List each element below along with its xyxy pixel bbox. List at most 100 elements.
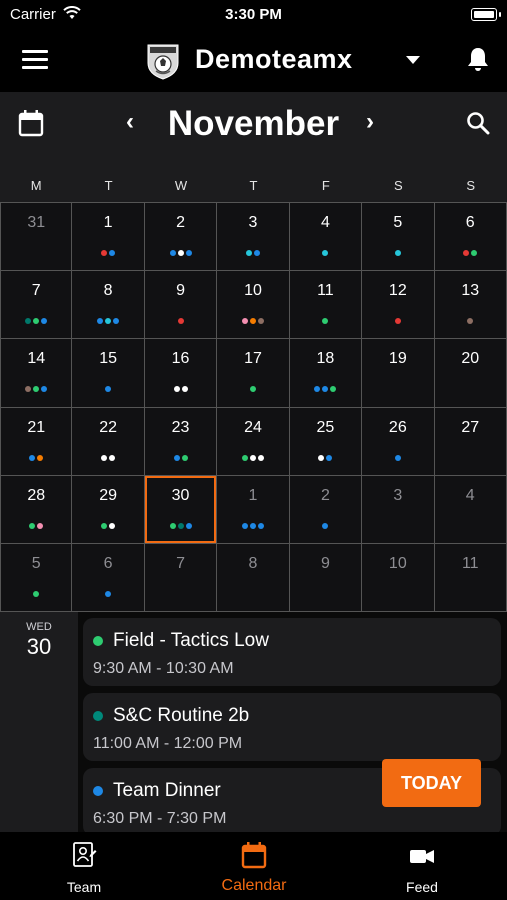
calendar-day[interactable]: 24 xyxy=(217,407,290,476)
calendar-day[interactable]: 10 xyxy=(362,543,435,613)
event-dots xyxy=(362,318,433,325)
event-dot xyxy=(109,522,116,529)
team-icon xyxy=(73,842,97,867)
calendar-day[interactable]: 25 xyxy=(289,407,363,476)
calendar-day[interactable]: 4 xyxy=(289,203,363,272)
day-number: 19 xyxy=(388,350,407,368)
calendar-day[interactable]: 3 xyxy=(217,203,290,272)
status-bar: Carrier 3:30 PM xyxy=(0,0,507,30)
event-dot xyxy=(322,522,329,529)
event-dot xyxy=(463,250,470,256)
calendar-day[interactable]: 4 xyxy=(434,475,507,544)
team-logo-icon[interactable] xyxy=(144,41,182,81)
calendar-day[interactable]: 3 xyxy=(362,475,435,544)
calendar-day[interactable]: 21 xyxy=(0,407,73,476)
day-number: 25 xyxy=(316,418,335,436)
tab-calendar[interactable]: Calendar xyxy=(204,832,304,900)
calendar-day[interactable]: 19 xyxy=(362,339,435,408)
calendar-day[interactable]: 31 xyxy=(0,203,73,272)
day-number: 8 xyxy=(103,282,113,300)
event-card[interactable]: Field - Tactics Low 9:30 AM - 10:30 AM xyxy=(83,618,501,686)
day-number: 29 xyxy=(99,486,118,504)
event-dots xyxy=(145,454,216,461)
calendar-day[interactable]: 2 xyxy=(289,475,363,544)
calendar-day[interactable]: 6 xyxy=(434,203,507,272)
event-dots xyxy=(290,386,361,393)
calendar-day[interactable]: 13 xyxy=(434,271,507,340)
calendar-day[interactable]: 9 xyxy=(144,271,218,340)
event-dots xyxy=(72,250,143,256)
event-dot xyxy=(109,250,116,256)
event-dots xyxy=(145,318,216,325)
calendar-day[interactable]: 8 xyxy=(72,271,145,340)
event-dot xyxy=(177,522,184,529)
event-dots xyxy=(290,318,361,325)
event-dot xyxy=(257,522,264,529)
calendar-day[interactable]: 1 xyxy=(72,203,145,272)
calendar-day[interactable]: 8 xyxy=(217,543,290,613)
calendar-day[interactable]: 15 xyxy=(72,339,145,408)
calendar-day[interactable]: 10 xyxy=(217,271,290,340)
day-number: 5 xyxy=(393,214,403,231)
event-dot xyxy=(257,454,264,461)
event-dot xyxy=(37,522,44,529)
calendar-day[interactable]: 20 xyxy=(434,339,507,408)
today-button[interactable]: TODAY xyxy=(382,759,481,807)
event-dot xyxy=(101,250,108,256)
calendar-day[interactable]: 22 xyxy=(72,407,145,476)
calendar-day[interactable]: 27 xyxy=(434,407,507,476)
calendar-day[interactable]: 5 xyxy=(0,543,73,613)
calendar-day[interactable]: 1 xyxy=(217,475,290,544)
day-number: 13 xyxy=(461,282,480,300)
weekday-label: S xyxy=(393,178,403,193)
event-card[interactable]: S&C Routine 2b 11:00 AM - 12:00 PM xyxy=(83,693,501,761)
calendar-day[interactable]: 26 xyxy=(362,407,435,476)
event-dot xyxy=(471,250,478,256)
calendar-day[interactable]: 9 xyxy=(289,543,363,613)
day-number: 2 xyxy=(320,486,330,504)
event-dot xyxy=(253,250,260,256)
calendar-day[interactable]: 12 xyxy=(362,271,435,340)
search-icon[interactable] xyxy=(466,111,490,135)
next-month-chevron-icon[interactable]: › xyxy=(366,110,382,134)
calendar-day[interactable]: 23 xyxy=(144,407,218,476)
calendar-day[interactable]: 11 xyxy=(289,271,363,340)
calendar-day[interactable]: 18 xyxy=(289,339,363,408)
notifications-bell-icon[interactable] xyxy=(466,46,490,72)
calendar-day-selected[interactable]: 30 xyxy=(144,475,218,544)
event-dot xyxy=(326,454,333,461)
team-switcher-caret-icon[interactable] xyxy=(406,56,420,64)
day-number: 10 xyxy=(388,554,407,572)
calendar-day[interactable]: 29 xyxy=(72,475,145,544)
calendar-day[interactable]: 28 xyxy=(0,475,73,544)
tab-team[interactable]: Team xyxy=(34,832,134,900)
event-dots xyxy=(1,386,71,393)
event-dot xyxy=(37,454,44,461)
calendar-day[interactable]: 16 xyxy=(144,339,218,408)
event-dot xyxy=(105,386,112,393)
event-dot xyxy=(177,250,184,256)
month-title: November xyxy=(167,104,340,143)
hamburger-menu-icon[interactable] xyxy=(22,50,48,70)
event-dot xyxy=(241,454,248,461)
event-dots xyxy=(145,250,216,256)
agenda-list: WED 30 Field - Tactics Low 9:30 AM - 10:… xyxy=(0,612,507,832)
calendar-day[interactable]: 14 xyxy=(0,339,73,408)
calendar-day[interactable]: 6 xyxy=(72,543,145,613)
event-dot xyxy=(249,318,256,325)
event-dots xyxy=(72,590,143,597)
calendar-day[interactable]: 7 xyxy=(0,271,73,340)
day-number: 9 xyxy=(320,554,330,572)
event-dot xyxy=(173,386,180,393)
calendar-day[interactable]: 2 xyxy=(144,203,218,272)
calendar-day[interactable]: 7 xyxy=(144,543,218,613)
calendar-day[interactable]: 5 xyxy=(362,203,435,272)
weekday-label: M xyxy=(30,178,42,193)
event-dots xyxy=(435,250,506,256)
calendar-day[interactable]: 11 xyxy=(434,543,507,613)
calendar-day[interactable]: 17 xyxy=(217,339,290,408)
day-number: 16 xyxy=(171,350,190,368)
tab-feed[interactable]: Feed xyxy=(372,832,472,900)
team-name[interactable]: Demoteamx xyxy=(195,44,353,75)
event-dots xyxy=(72,318,143,325)
